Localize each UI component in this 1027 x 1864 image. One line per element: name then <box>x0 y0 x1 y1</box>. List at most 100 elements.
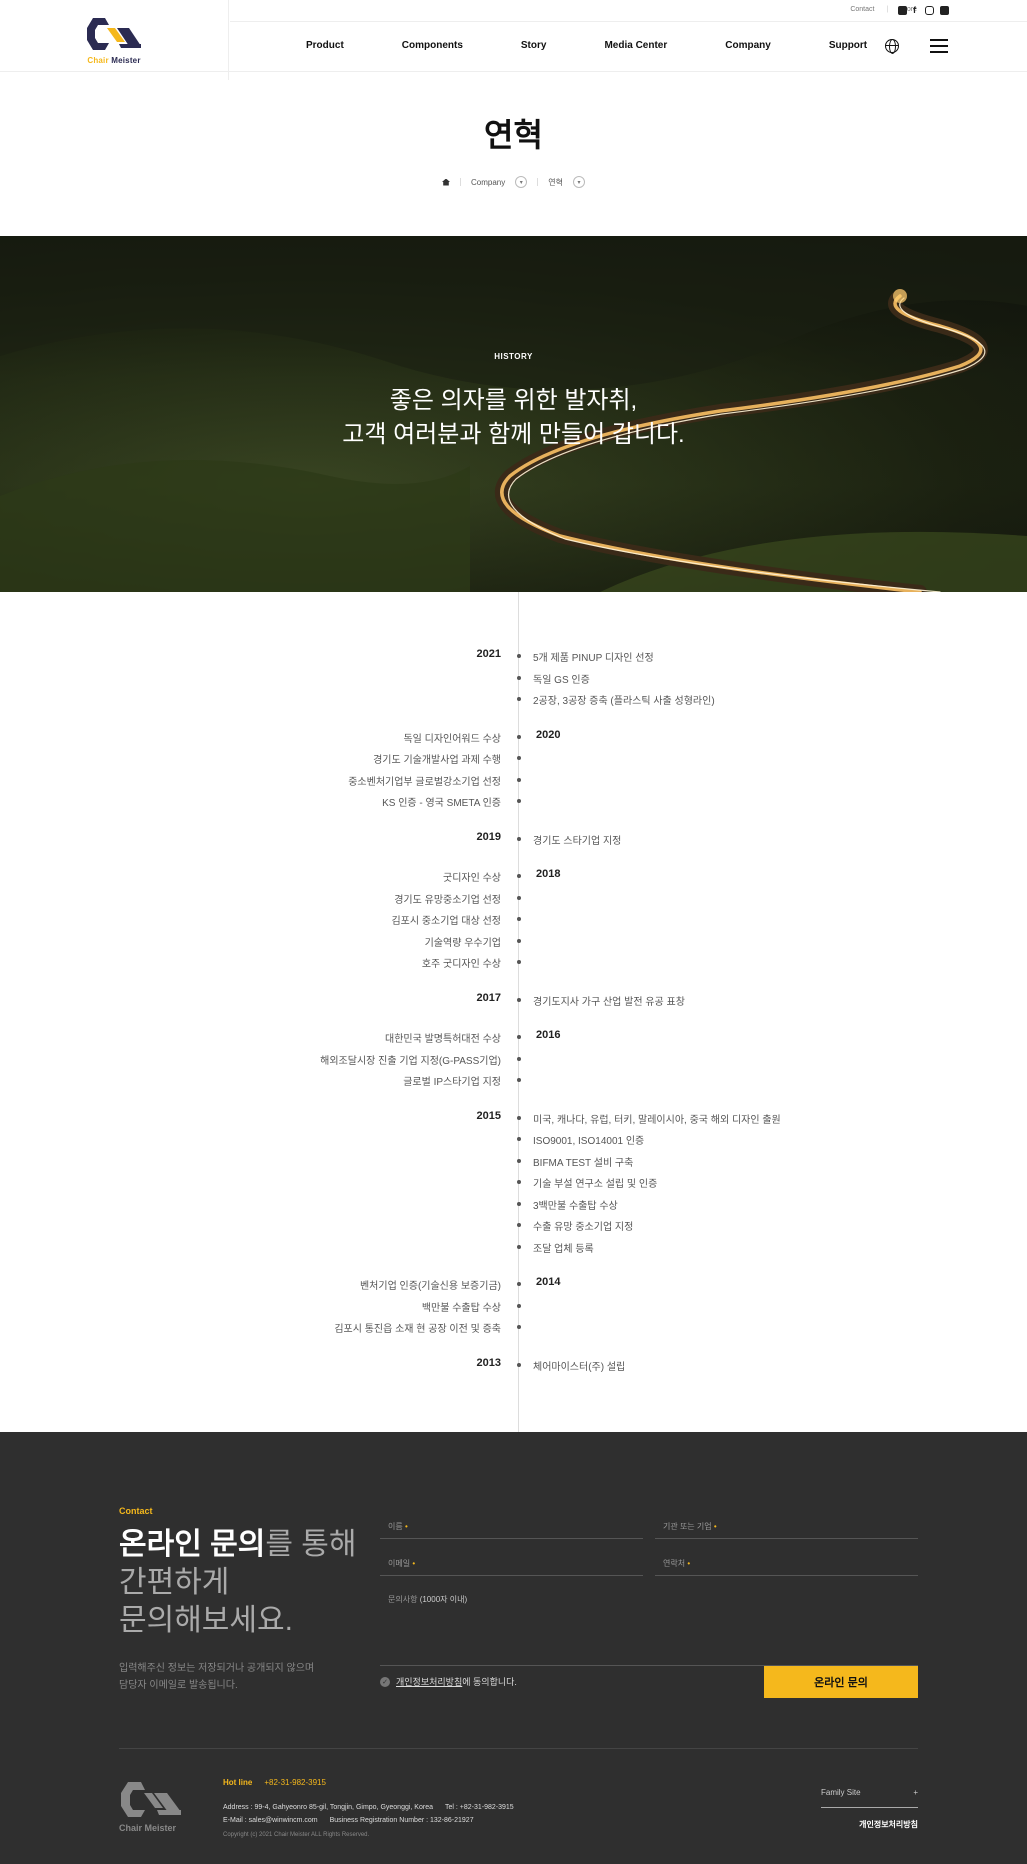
history-item: 경기도 기술개발사업 과제 수행 <box>373 755 501 766</box>
timeline-dot <box>516 1078 521 1082</box>
nav-item-product[interactable]: Product <box>306 40 344 51</box>
company-info: Address : 99-4, Gahyeonro 85-gil, Tongji… <box>223 1804 514 1824</box>
nav-item-media-center[interactable]: Media Center <box>604 40 667 51</box>
history-item: 경기도 스타기업 지정 <box>533 835 622 847</box>
history-row: KS 인증 - 영국 SMETA 인증 <box>0 791 1027 813</box>
phone-field[interactable]: 연락처 • <box>655 1554 918 1576</box>
name-field[interactable]: 이름 • <box>380 1517 643 1539</box>
history-row: 2016 대한민국 발명특허대전 수상 <box>0 1027 1027 1049</box>
timeline-dot <box>516 1115 521 1120</box>
history-item: 해외조달시장 진출 기업 지정(G-PASS기업) <box>320 1055 501 1067</box>
history-row: 조달 업체 등록 <box>0 1237 1027 1259</box>
history-year: 2014 <box>536 1276 561 1288</box>
history-row: 김포시 통진읍 소재 현 공장 이전 및 증축 <box>0 1317 1027 1339</box>
logo[interactable]: Chair Meister <box>0 0 229 80</box>
history-item: 김포시 통진읍 소재 현 공장 이전 및 증축 <box>334 1324 501 1335</box>
history-row: 중소벤처기업부 글로벌강소기업 선정 <box>0 770 1027 792</box>
timeline-dot <box>516 1244 521 1249</box>
chevron-down-icon[interactable]: ▾ <box>572 176 585 188</box>
history-row: 기술역량 우수기업 <box>0 931 1027 953</box>
timeline-dot <box>516 777 521 782</box>
home-icon[interactable] <box>442 178 450 186</box>
privacy-policy-link[interactable]: 개인정보처리방침 <box>396 1677 462 1687</box>
privacy-agree[interactable]: ✓ 개인정보처리방침에 동의합니다. <box>380 1675 517 1688</box>
contact-section: Contact 온라인 문의를 통해 간편하게 문의해보세요. 입력해주신 정보… <box>0 1432 1027 1864</box>
timeline-dot <box>516 1201 521 1206</box>
contact-description: 입력해주신 정보는 저장되거나 공개되지 않으며 담당자 이메일로 발송됩니다. <box>119 1663 315 1691</box>
facebook-icon[interactable]: f <box>913 6 919 15</box>
history-item: 백만불 수출탑 수상 <box>421 1302 501 1314</box>
footer-logo[interactable]: Chair Meister <box>119 1780 189 1833</box>
youtube-icon[interactable] <box>898 6 907 15</box>
history-year: 2013 <box>476 1356 501 1369</box>
history-item: BIFMA TEST 설비 구축 <box>533 1157 634 1169</box>
history-row: 경기도 기술개발사업 과제 수행 <box>0 748 1027 770</box>
breadcrumb-company[interactable]: Company <box>471 178 505 187</box>
timeline-dot <box>516 1056 521 1061</box>
instagram-icon[interactable] <box>925 6 934 15</box>
history-item: 3백만불 수출탑 수상 <box>533 1200 618 1212</box>
year-block: 2021 5개 제품 PINUP 디자인 선정 독일 GS 인증 2공장, 3공장 증… <box>0 646 1027 711</box>
history-item: 미국, 캐나다, 유럽, 터키, 말레이시아, 중국 해외 디자인 출원 <box>533 1114 781 1126</box>
year-block: 2013 체어마이스터(주) 설립 <box>0 1355 1027 1377</box>
hero-banner: HISTORY 좋은 의자를 위한 발자취, 고객 여러분과 함께 만들어 갑니… <box>0 236 1027 592</box>
timeline-dot <box>516 917 521 921</box>
message-textarea[interactable]: 문의사항 (1000자 이내) <box>380 1590 918 1666</box>
contact-heading: 온라인 문의를 통해 간편하게 문의해보세요. <box>119 1528 357 1637</box>
timeline-dot <box>516 1362 521 1367</box>
menu-icon[interactable] <box>930 39 948 53</box>
history-item: 독일 디자인어워드 수상 <box>403 733 501 745</box>
history-item: 글로벌 IP스타기업 지정 <box>403 1077 501 1088</box>
history-row: 2020 독일 디자인어워드 수상 <box>0 727 1027 749</box>
submit-inquiry-button[interactable]: 온라인 문의 <box>764 1666 918 1698</box>
breadcrumb-history[interactable]: 연혁 <box>548 177 563 188</box>
timeline-dot <box>516 895 521 900</box>
history-row: 2공장, 3공장 증축 (플라스틱 사출 성형라인) <box>0 689 1027 711</box>
divider: | <box>886 6 889 13</box>
check-icon[interactable]: ✓ <box>380 1676 390 1687</box>
year-block: 2020 독일 디자인어워드 수상경기도 기술개발사업 과제 수행중소벤처기업부 … <box>0 727 1027 813</box>
history-row: 수출 유망 중소기업 지정 <box>0 1215 1027 1237</box>
nav-item-story[interactable]: Story <box>521 40 547 51</box>
blog-icon[interactable] <box>940 6 949 15</box>
history-row: 글로벌 IP스타기업 지정 <box>0 1070 1027 1092</box>
timeline-dot <box>516 799 521 803</box>
history-item: 경기도지사 가구 산업 발전 유공 표창 <box>533 996 685 1008</box>
chevron-down-icon[interactable]: ▾ <box>515 176 528 188</box>
contact-link[interactable]: Contact <box>850 6 874 13</box>
history-item: 벤처기업 인증(기술신용 보증기금) <box>359 1281 501 1292</box>
timeline-dot <box>516 756 521 760</box>
nav-item-components[interactable]: Components <box>402 40 463 51</box>
history-item: 조달 업체 등록 <box>533 1243 594 1255</box>
email-field[interactable]: 이메일 • <box>380 1554 643 1576</box>
history-year: 2017 <box>476 991 501 1004</box>
year-block: 2015 미국, 캐나다, 유럽, 터키, 말레이시아, 중국 해외 디자인 출원… <box>0 1108 1027 1259</box>
timeline-dot <box>516 1223 521 1227</box>
history-year: 2016 <box>536 1029 561 1041</box>
nav-item-support[interactable]: Support <box>829 40 867 51</box>
contact-label: Contact <box>119 1506 153 1516</box>
history-row: 2014 벤처기업 인증(기술신용 보증기금) <box>0 1274 1027 1296</box>
copyright: Copyright (c) 2021 Chair Meister ALL Rig… <box>223 1832 370 1838</box>
privacy-policy-link[interactable]: 개인정보처리방침 <box>859 1819 918 1830</box>
history-timeline: 2021 5개 제품 PINUP 디자인 선정 독일 GS 인증 2공장, 3공장 증… <box>0 592 1027 1432</box>
divider <box>537 178 539 186</box>
history-item: 대한민국 발명특허대전 수상 <box>385 1034 501 1045</box>
globe-icon[interactable] <box>885 39 899 54</box>
history-row: 2019 경기도 스타기업 지정 <box>0 829 1027 851</box>
history-item: 수출 유망 중소기업 지정 <box>533 1222 634 1233</box>
history-row: 김포시 중소기업 대상 선정 <box>0 909 1027 931</box>
timeline-dot <box>516 1325 521 1329</box>
timeline-dot <box>516 697 521 701</box>
year-block: 2019 경기도 스타기업 지정 <box>0 829 1027 851</box>
nav-item-company[interactable]: Company <box>723 40 773 51</box>
timeline-dot <box>516 1035 521 1039</box>
company-field[interactable]: 기관 또는 기업 • <box>655 1517 918 1539</box>
history-row: ISO9001, ISO14001 인증 <box>0 1129 1027 1151</box>
logo-text: Chair Meister <box>87 55 141 65</box>
family-site-select[interactable]: Family Site + <box>821 1788 918 1808</box>
history-row: 독일 GS 인증 <box>0 668 1027 690</box>
main-nav: Product Components Story Media Center Co… <box>306 40 867 51</box>
history-item: 2공장, 3공장 증축 (플라스틱 사출 성형라인) <box>533 696 715 707</box>
history-item: 중소벤처기업부 글로벌강소기업 선정 <box>348 776 501 788</box>
